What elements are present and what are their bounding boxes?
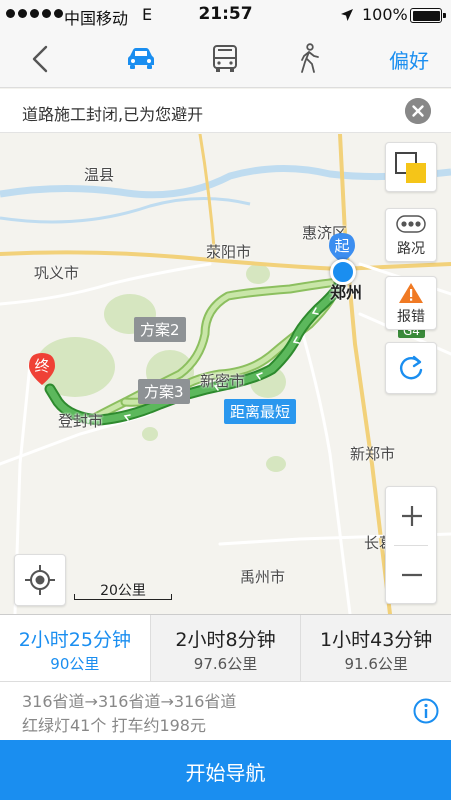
car-icon[interactable] (124, 42, 158, 76)
route-detail[interactable]: 316省道→316省道→316省道 红绿灯41个 打车约198元 (0, 682, 451, 740)
route-label-plan2[interactable]: 方案2 (134, 317, 186, 342)
locate-button[interactable] (14, 554, 66, 606)
status-bar: 中国移动 E 21:57 100% (0, 0, 451, 30)
end-marker-label: 终 (34, 357, 50, 375)
zoom-in-icon[interactable] (386, 487, 438, 545)
warning-icon (399, 283, 423, 303)
battery-percent: 100% (362, 5, 408, 24)
place-label: 新郑市 (350, 445, 396, 463)
layers-icon (395, 152, 426, 183)
zoom-out-icon[interactable] (386, 546, 438, 604)
place-label: 荥阳市 (206, 243, 252, 261)
route-distance: 97.6公里 (193, 655, 258, 673)
notice-text: 道路施工封闭,已为您避开 (22, 105, 204, 124)
start-navigation-button[interactable]: 开始导航 (0, 740, 451, 800)
bus-icon[interactable] (208, 42, 242, 76)
back-icon[interactable] (24, 42, 58, 76)
traffic-icon (396, 215, 426, 233)
route-option[interactable]: 2小时8分钟 97.6公里 (149, 615, 301, 681)
layers-button[interactable] (385, 142, 437, 192)
route-options: 2小时25分钟 90公里 2小时8分钟 97.6公里 1小时43分钟 91.6公… (0, 614, 451, 682)
crosshair-icon (25, 565, 55, 595)
route-distance: 91.6公里 (344, 655, 408, 673)
current-location-dot (330, 259, 356, 285)
route-duration: 2小时8分钟 (175, 629, 276, 651)
report-label: 报错 (397, 309, 425, 325)
place-label: 巩义市 (34, 264, 80, 282)
traffic-button[interactable]: 路况 (385, 208, 437, 262)
route-option[interactable]: 2小时25分钟 90公里 (0, 615, 150, 681)
route-roads: 316省道→316省道→316省道 (22, 692, 237, 711)
place-label: 登封市 (58, 412, 104, 430)
route-distance: 90公里 (50, 655, 100, 673)
place-label: 禹州市 (240, 568, 286, 586)
road-closure-notice: 道路施工封闭,已为您避开 (0, 89, 451, 133)
walk-icon[interactable] (292, 42, 326, 76)
battery-icon (410, 8, 446, 23)
start-navigation-label: 开始导航 (185, 763, 266, 785)
refresh-button[interactable] (385, 342, 437, 394)
route-label-plan3[interactable]: 方案3 (138, 379, 190, 404)
route-duration: 2小时25分钟 (18, 629, 131, 651)
route-option[interactable]: 1小时43分钟 91.6公里 (300, 615, 451, 681)
route-map[interactable]: 温县 惠济区 荥阳市 巩义市 郑州 新密市 登封市 新郑市 禹州市 长葛 方案2… (0, 134, 451, 614)
route-duration: 1小时43分钟 (320, 629, 433, 651)
refresh-icon (400, 355, 423, 380)
place-label: 新密市 (200, 372, 246, 390)
start-marker-label: 起 (334, 237, 350, 255)
info-icon[interactable] (413, 698, 439, 724)
route-label-shortest[interactable]: 距离最短 (224, 399, 297, 424)
zoom-control (385, 486, 437, 604)
location-arrow-icon (341, 9, 353, 21)
map-scale: 20公里 (74, 580, 172, 602)
traffic-label: 路况 (397, 241, 425, 257)
place-label: 温县 (84, 166, 115, 184)
end-marker: 终 (28, 352, 56, 386)
route-info: 红绿灯41个 打车约198元 (22, 716, 206, 735)
report-button[interactable]: 报错 (385, 276, 437, 330)
nav-bar: 偏好 (0, 30, 451, 88)
preference-button[interactable]: 偏好 (389, 45, 429, 74)
close-icon[interactable] (405, 98, 431, 124)
